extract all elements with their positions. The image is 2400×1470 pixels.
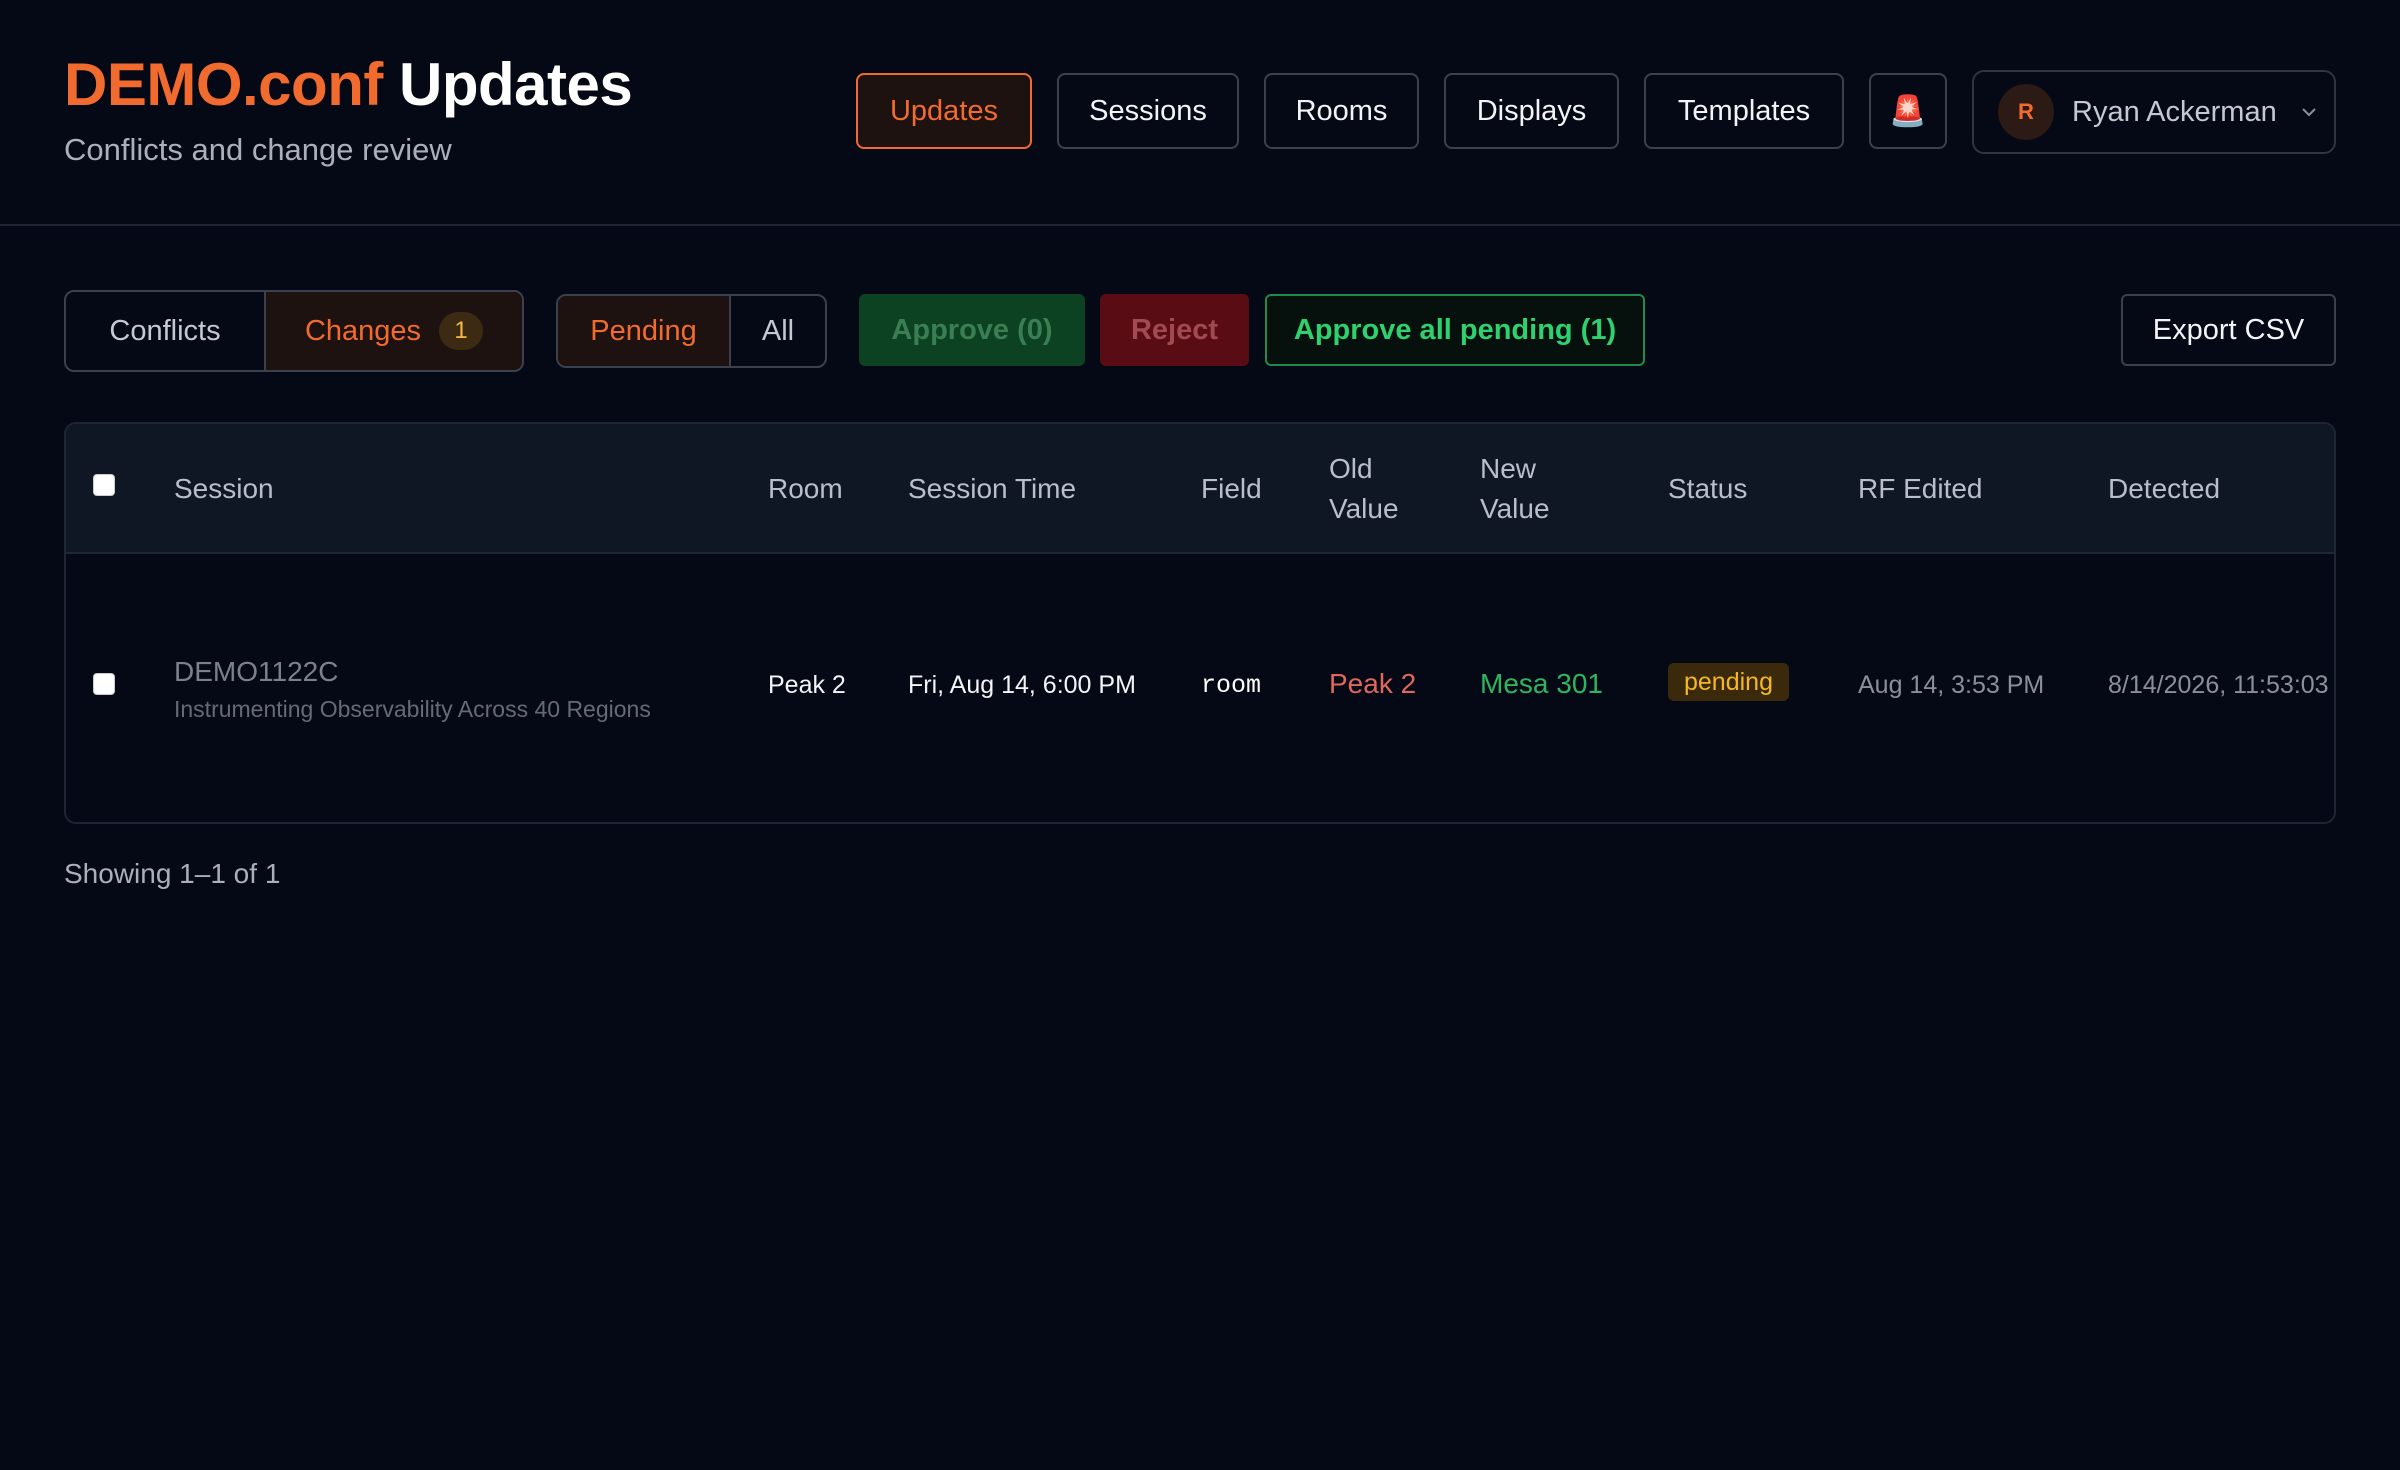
status-filter: Pending All (556, 294, 827, 368)
old-value-header-line1: Old (1329, 453, 1373, 484)
brand: DEMO.conf Updates Conflicts and change r… (64, 48, 633, 168)
avatar: R (1998, 84, 2054, 140)
column-header-old-value[interactable]: Old Value (1329, 424, 1399, 554)
nav-updates-button[interactable]: Updates (856, 73, 1032, 149)
column-header-session-time[interactable]: Session Time (908, 424, 1076, 554)
tab-conflicts[interactable]: Conflicts (66, 292, 264, 370)
session-cell: DEMO1122C Instrumenting Observability Ac… (174, 656, 651, 723)
filter-all[interactable]: All (729, 296, 825, 366)
approve-all-pending-button[interactable]: Approve all pending (1) (1265, 294, 1645, 366)
old-value-header-line2: Value (1329, 493, 1399, 524)
pagination-summary: Showing 1–1 of 1 (64, 858, 281, 889)
session-title: Instrumenting Observability Across 40 Re… (174, 696, 651, 722)
column-header-field[interactable]: Field (1201, 424, 1262, 554)
new-value-cell: Mesa 301 (1480, 668, 1603, 699)
old-value-cell: Peak 2 (1329, 668, 1417, 699)
new-value-header-line1: New (1480, 453, 1537, 484)
page-title: DEMO.conf Updates (64, 48, 633, 122)
row-checkbox[interactable] (93, 673, 115, 695)
page-subtitle: Conflicts and change review (64, 132, 452, 167)
app-header: DEMO.conf Updates Conflicts and change r… (0, 0, 2400, 226)
new-value-header-line2: Value (1480, 493, 1550, 524)
user-name: Ryan Ackerman (2072, 95, 2277, 128)
session-time-cell: Fri, Aug 14, 6:00 PM (908, 671, 1136, 699)
alarm-light-icon: 🚨 (1889, 94, 1927, 128)
column-header-room[interactable]: Room (768, 424, 843, 554)
field-cell: room (1201, 671, 1262, 700)
nav-sessions-button[interactable]: Sessions (1057, 73, 1239, 149)
column-header-rf-edited[interactable]: RF Edited (1858, 424, 1983, 554)
table-header: Session Room Session Time Field Old Valu… (66, 424, 2334, 554)
view-tabs: Conflicts Changes 1 (64, 290, 524, 372)
nav-templates-button[interactable]: Templates (1644, 73, 1844, 149)
brand-accent: DEMO.conf (64, 51, 383, 118)
approve-button[interactable]: Approve (0) (859, 294, 1085, 366)
export-csv-button[interactable]: Export CSV (2121, 294, 2336, 366)
column-header-status[interactable]: Status (1668, 424, 1747, 554)
tab-changes[interactable]: Changes 1 (264, 292, 522, 370)
nav-rooms-button[interactable]: Rooms (1264, 73, 1419, 149)
brand-title-text: Updates (399, 51, 633, 118)
chevron-down-icon (2301, 108, 2316, 117)
changes-table: Session Room Session Time Field Old Valu… (64, 422, 2336, 824)
column-header-new-value[interactable]: New Value (1480, 424, 1550, 554)
tab-changes-label: Changes (304, 314, 422, 347)
table-row[interactable]: DEMO1122C Instrumenting Observability Ac… (66, 556, 2334, 822)
reject-button[interactable]: Reject (1100, 294, 1249, 366)
toolbar: Conflicts Changes 1 Pending All Approve … (0, 290, 2400, 374)
column-header-detected[interactable]: Detected (2108, 424, 2220, 554)
status-cell: pending (1668, 663, 1789, 701)
filter-pending[interactable]: Pending (558, 296, 729, 366)
room-cell: Peak 2 (768, 671, 846, 699)
nav-displays-button[interactable]: Displays (1444, 73, 1619, 149)
status-badge: pending (1668, 663, 1789, 701)
changes-count-badge: 1 (439, 312, 484, 350)
alerts-button[interactable]: 🚨 (1869, 73, 1947, 149)
rf-edited-cell: Aug 14, 3:53 PM (1858, 671, 2045, 699)
column-header-session[interactable]: Session (174, 424, 274, 554)
select-all-checkbox[interactable] (93, 474, 115, 496)
session-code: DEMO1122C (174, 656, 339, 687)
detected-cell: 8/14/2026, 11:53:03 (2108, 671, 2329, 699)
user-menu[interactable]: R Ryan Ackerman (1972, 70, 2336, 154)
